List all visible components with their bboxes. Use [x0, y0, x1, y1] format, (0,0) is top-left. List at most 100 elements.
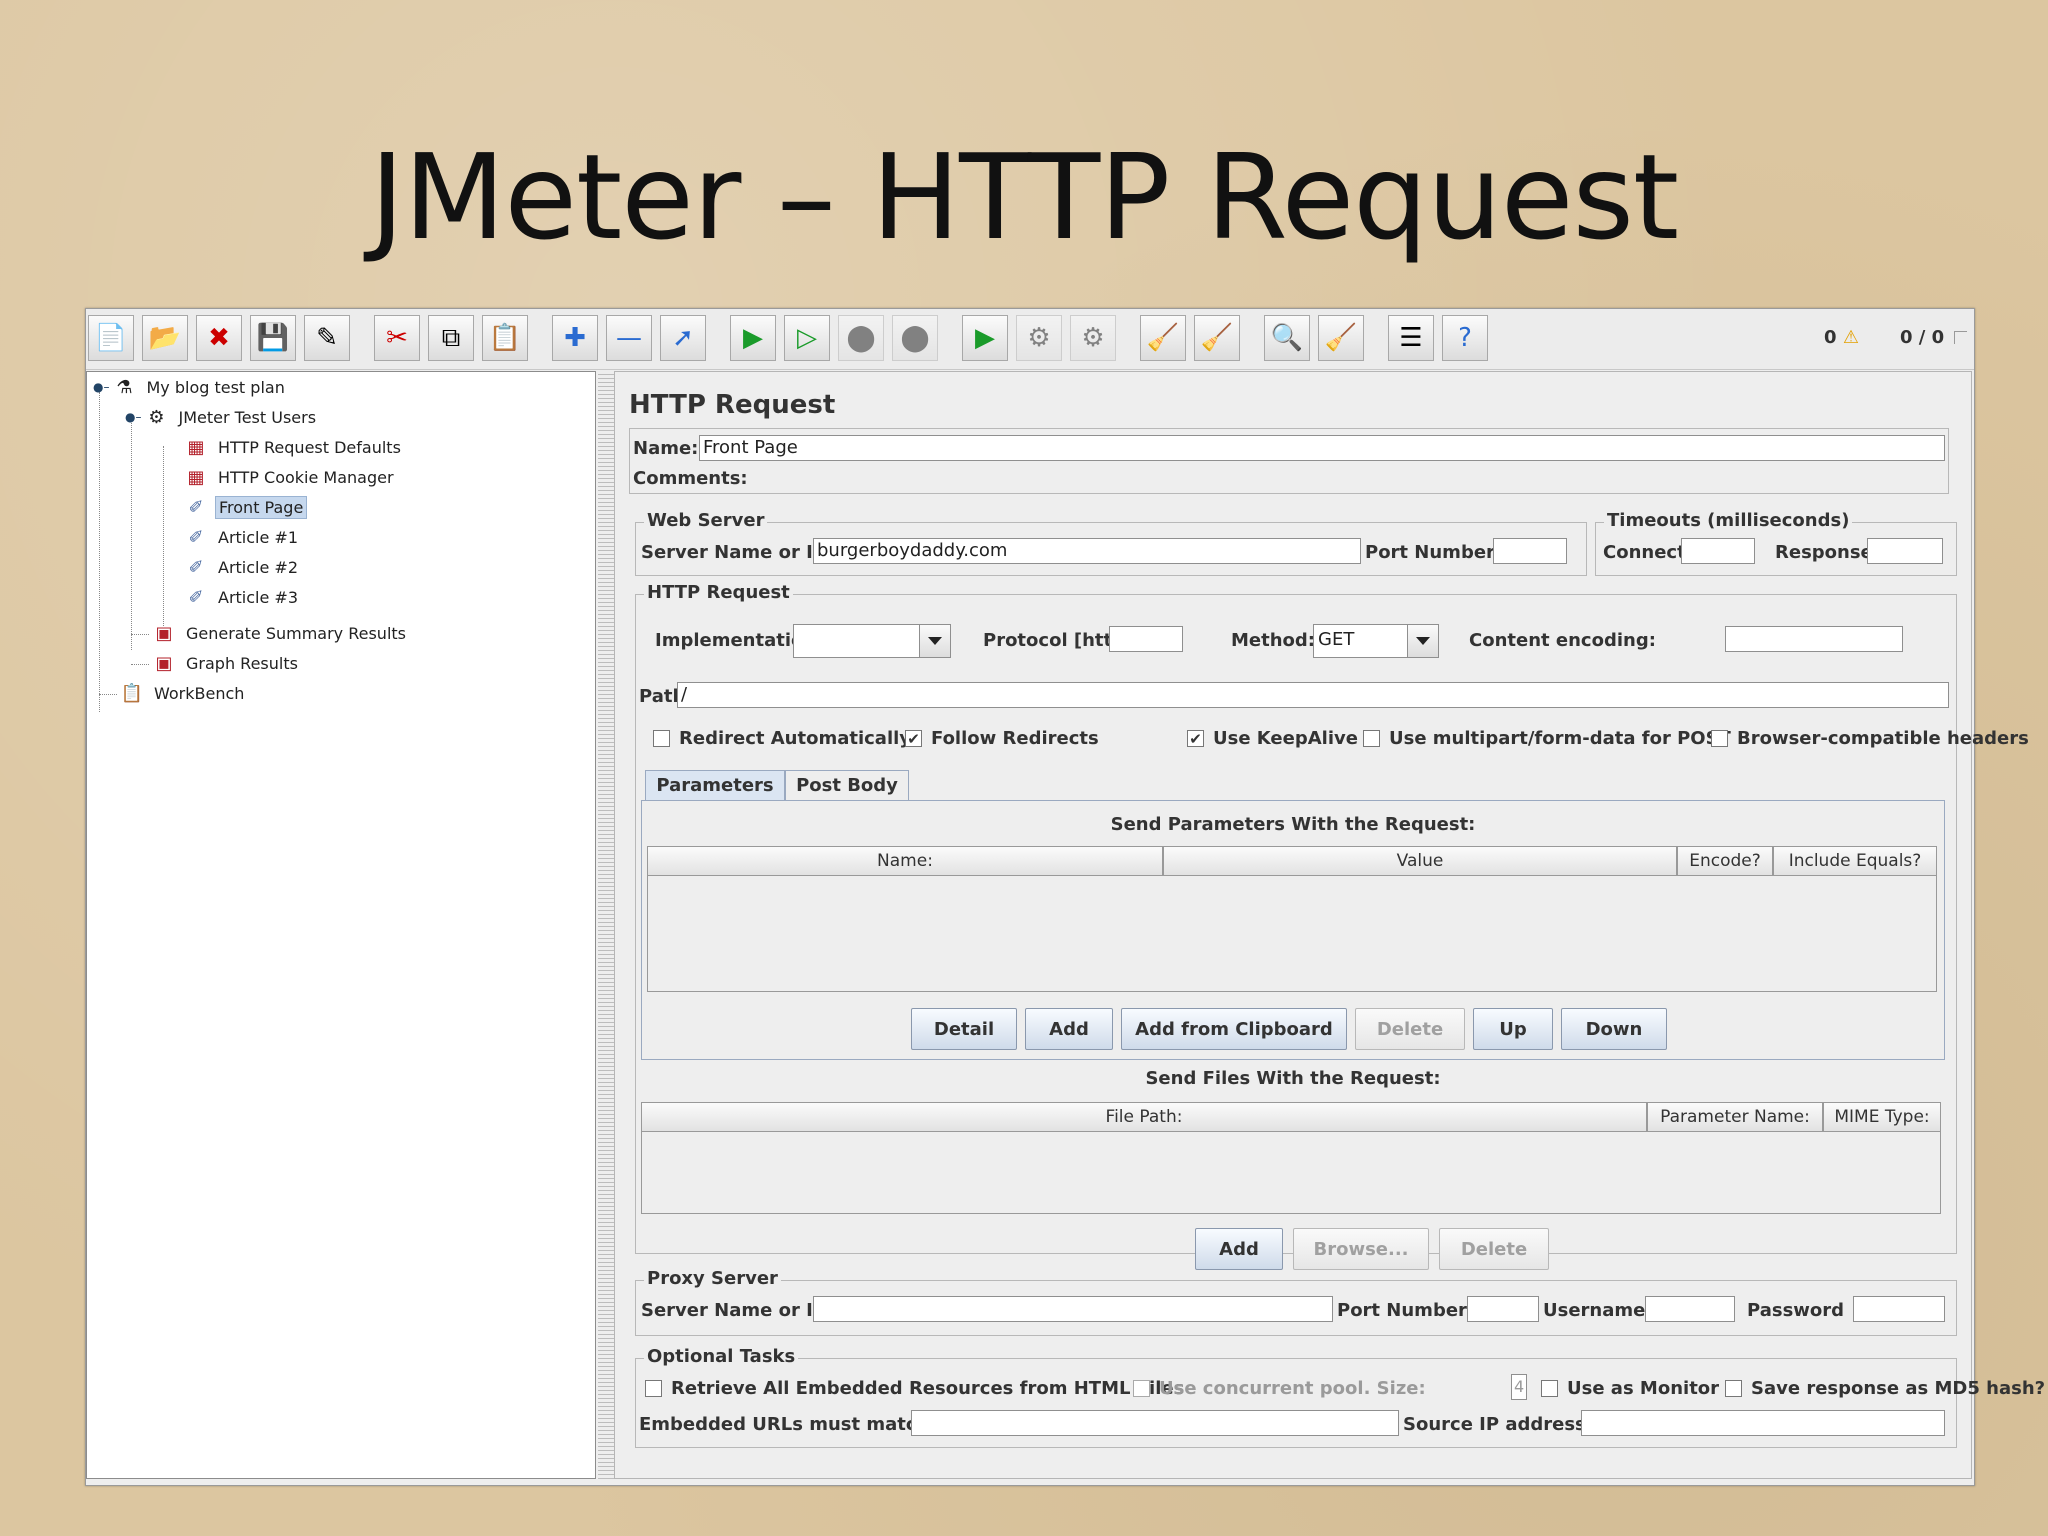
- use-as-monitor-checkbox[interactable]: Use as Monitor: [1541, 1378, 1719, 1399]
- clear-icon[interactable]: 🧹: [1140, 315, 1186, 361]
- tree-node-cookie-manager[interactable]: ▦ HTTP Cookie Manager: [183, 464, 397, 490]
- params-col-value[interactable]: Value: [1163, 846, 1677, 876]
- split-pane-divider[interactable]: [598, 371, 614, 1479]
- protocol-field[interactable]: [1109, 626, 1183, 652]
- chevron-down-icon: [919, 625, 950, 657]
- save-as-icon[interactable]: ✎: [304, 315, 350, 361]
- stop-icon[interactable]: ⬤: [838, 315, 884, 361]
- function-helper-icon[interactable]: ☰: [1388, 315, 1434, 361]
- save-icon[interactable]: 💾: [250, 315, 296, 361]
- jmeter-window: 📄 📂 ✖ 💾 ✎ ✂ ⧉ 📋 ✚ — ➚ ▶ ▷ ⬤ ⬤ ▶ ⚙ ⚙ 🧹 🧹 …: [85, 308, 2045, 1486]
- remote-stop-icon[interactable]: ⚙: [1016, 315, 1062, 361]
- cut-icon[interactable]: ✂: [374, 315, 420, 361]
- files-heading: Send Files With the Request:: [1145, 1068, 1441, 1089]
- redirect-automatically-checkbox[interactable]: Redirect Automatically: [653, 728, 911, 749]
- start-icon[interactable]: ▶: [730, 315, 776, 361]
- port-number-field[interactable]: [1493, 538, 1567, 564]
- tree-node-test-plan[interactable]: ●– ⚗ My blog test plan: [93, 374, 288, 400]
- tree-node-article-3[interactable]: ✐ Article #3: [183, 584, 301, 610]
- params-col-name[interactable]: Name:: [647, 846, 1163, 876]
- tree-node-summary-results[interactable]: ▣ Generate Summary Results: [151, 620, 409, 646]
- files-col-mime-type[interactable]: MIME Type:: [1823, 1102, 1941, 1132]
- up-button[interactable]: Up: [1473, 1008, 1553, 1050]
- name-label: Name:: [633, 438, 699, 459]
- save-md5-checkbox[interactable]: Save response as MD5 hash?: [1725, 1378, 2045, 1399]
- content-encoding-field[interactable]: [1725, 626, 1903, 652]
- open-icon[interactable]: 📂: [142, 315, 188, 361]
- proxy-server-field[interactable]: [813, 1296, 1333, 1322]
- toggle-icon[interactable]: ➚: [660, 315, 706, 361]
- server-name-label: Server Name or IP:: [641, 542, 834, 563]
- down-button[interactable]: Down: [1561, 1008, 1667, 1050]
- source-ip-label: Source IP address:: [1403, 1414, 1593, 1435]
- retrieve-embedded-checkbox[interactable]: Retrieve All Embedded Resources from HTM…: [645, 1378, 1184, 1399]
- response-timeout-field[interactable]: [1867, 538, 1943, 564]
- remote-start-icon[interactable]: ▶: [962, 315, 1008, 361]
- listener-icon: ▣: [155, 622, 173, 644]
- expand-icon[interactable]: ✚: [552, 315, 598, 361]
- config-element-icon: ▦: [187, 466, 205, 488]
- thread-group-icon: ⚙: [148, 406, 165, 428]
- params-col-encode[interactable]: Encode?: [1677, 846, 1773, 876]
- browse-button[interactable]: Browse...: [1293, 1228, 1429, 1270]
- proxy-server-label: Server Name or IP:: [641, 1300, 834, 1321]
- panel-title: HTTP Request: [629, 390, 836, 420]
- add-file-button[interactable]: Add: [1195, 1228, 1283, 1270]
- reset-search-icon[interactable]: 🧹: [1318, 315, 1364, 361]
- path-field[interactable]: /: [677, 682, 1949, 708]
- connect-label: Connect:: [1603, 542, 1693, 563]
- params-col-include-equals[interactable]: Include Equals?: [1773, 846, 1937, 876]
- tree-node-article-1[interactable]: ✐ Article #1: [183, 524, 301, 550]
- tab-post-body[interactable]: Post Body: [785, 770, 909, 800]
- name-field[interactable]: Front Page: [699, 435, 1945, 461]
- new-icon[interactable]: 📄: [88, 315, 134, 361]
- shutdown-icon[interactable]: ⬤: [892, 315, 938, 361]
- concurrent-pool-checkbox[interactable]: Use concurrent pool. Size:: [1133, 1378, 1426, 1399]
- search-icon[interactable]: 🔍: [1264, 315, 1310, 361]
- tree-node-article-2[interactable]: ✐ Article #2: [183, 554, 301, 580]
- connect-timeout-field[interactable]: [1681, 538, 1755, 564]
- comments-label: Comments:: [633, 468, 748, 489]
- source-ip-field[interactable]: [1581, 1410, 1945, 1436]
- workbench-icon: 📋: [120, 682, 144, 704]
- method-label: Method:: [1231, 630, 1315, 651]
- embedded-urls-field[interactable]: [911, 1410, 1399, 1436]
- server-name-field[interactable]: burgerboydaddy.com: [813, 538, 1361, 564]
- tab-parameters[interactable]: Parameters: [645, 770, 785, 800]
- pool-size-field[interactable]: 4: [1511, 1374, 1527, 1400]
- tree-node-request-defaults[interactable]: ▦ HTTP Request Defaults: [183, 434, 404, 460]
- delete-param-button[interactable]: Delete: [1355, 1008, 1465, 1050]
- method-select[interactable]: GET: [1313, 624, 1439, 658]
- add-param-button[interactable]: Add: [1025, 1008, 1113, 1050]
- help-icon[interactable]: ?: [1442, 315, 1488, 361]
- sampler-icon: ✐: [188, 496, 204, 518]
- remote-shutdown-icon[interactable]: ⚙: [1070, 315, 1116, 361]
- files-col-param-name[interactable]: Parameter Name:: [1647, 1102, 1823, 1132]
- start-no-pause-icon[interactable]: ▷: [784, 315, 830, 361]
- follow-redirects-checkbox[interactable]: ✔ Follow Redirects: [905, 728, 1099, 749]
- close-icon[interactable]: ✖: [196, 315, 242, 361]
- proxy-port-label: Port Number:: [1337, 1300, 1475, 1321]
- multipart-form-data-checkbox[interactable]: Use multipart/form-data for POST: [1363, 728, 1731, 749]
- tree-node-front-page[interactable]: ✐ Front Page: [183, 494, 308, 520]
- proxy-port-field[interactable]: [1467, 1296, 1539, 1322]
- delete-file-button[interactable]: Delete: [1439, 1228, 1549, 1270]
- proxy-username-label: Username: [1543, 1300, 1646, 1321]
- paste-icon[interactable]: 📋: [482, 315, 528, 361]
- listener-icon: ▣: [155, 652, 173, 674]
- clear-all-icon[interactable]: 🧹: [1194, 315, 1240, 361]
- detail-button[interactable]: Detail: [911, 1008, 1017, 1050]
- tree-node-graph-results[interactable]: ▣ Graph Results: [151, 650, 301, 676]
- proxy-password-field[interactable]: [1853, 1296, 1945, 1322]
- proxy-username-field[interactable]: [1645, 1296, 1735, 1322]
- use-keepalive-checkbox[interactable]: ✔ Use KeepAlive: [1187, 728, 1358, 749]
- files-col-path[interactable]: File Path:: [641, 1102, 1647, 1132]
- copy-icon[interactable]: ⧉: [428, 315, 474, 361]
- chevron-down-icon: [1407, 625, 1438, 657]
- collapse-icon[interactable]: —: [606, 315, 652, 361]
- tree-node-workbench[interactable]: 📋 WorkBench: [119, 680, 247, 706]
- browser-compatible-headers-checkbox[interactable]: Browser-compatible headers: [1711, 728, 2029, 749]
- implementation-select[interactable]: [793, 624, 951, 658]
- add-from-clipboard-button[interactable]: Add from Clipboard: [1121, 1008, 1347, 1050]
- tree-node-thread-group[interactable]: ●– ⚙ JMeter Test Users: [125, 404, 319, 430]
